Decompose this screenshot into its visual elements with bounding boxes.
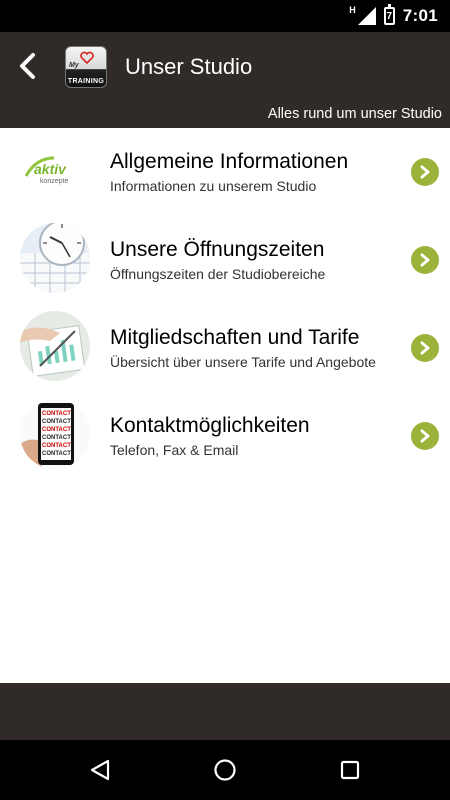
app-header: My TRAINING Unser Studio Alles rund um u… — [0, 32, 450, 128]
app-logo: My TRAINING — [65, 46, 107, 88]
page-subtitle: Alles rund um unser Studio — [267, 106, 442, 122]
nav-home-button[interactable] — [210, 755, 240, 785]
item-title: Unsere Öffnungszeiten — [110, 238, 325, 261]
list-item-general-info[interactable]: aktiv konzepte Allgemeine Informationen … — [0, 128, 450, 216]
contact-line: CONTACT — [42, 451, 71, 457]
chevron-right-icon — [420, 429, 430, 443]
contact-line: CONTACT — [42, 435, 71, 441]
logo-text: TRAINING — [67, 78, 105, 85]
phone-contact-graphic: CONTACT CONTACT CONTACT CONTACT CONTACT … — [20, 399, 90, 469]
clock: 7:01 — [402, 6, 438, 25]
chevron-right-icon — [420, 341, 430, 355]
list-item-contact[interactable]: CONTACT CONTACT CONTACT CONTACT CONTACT … — [0, 392, 450, 480]
chevron-left-icon — [20, 53, 35, 79]
item-title: Kontaktmöglichkeiten — [110, 414, 310, 437]
page-title: Unser Studio — [125, 54, 253, 79]
item-subtitle: Öffnungszeiten der Studiobereiche — [110, 266, 326, 282]
chevron-right-button[interactable] — [411, 158, 439, 186]
signal-icon — [357, 7, 376, 25]
chevron-right-button[interactable] — [411, 334, 439, 362]
network-type-indicator: H — [349, 5, 356, 15]
contact-line: CONTACT — [42, 419, 71, 425]
documents-graphic — [20, 311, 90, 381]
aktiv-konzepte-logo-graphic: aktiv konzepte — [24, 156, 69, 185]
list-item-memberships[interactable]: Mitgliedschaften und Tarife Übersicht üb… — [0, 304, 450, 392]
list-item-opening-hours[interactable]: Unsere Öffnungszeiten Öffnungszeiten der… — [0, 216, 450, 304]
back-triangle-icon — [90, 759, 110, 781]
item-subtitle: Übersicht über unsere Tarife und Angebot… — [110, 354, 376, 370]
contact-line: CONTACT — [42, 427, 71, 433]
nav-back-button[interactable] — [85, 755, 115, 785]
chevron-right-button[interactable] — [411, 246, 439, 274]
status-bar: H 7 7:01 — [0, 0, 450, 32]
phone-contact-image: CONTACT CONTACT CONTACT CONTACT CONTACT … — [20, 399, 90, 469]
item-title: Allgemeine Informationen — [110, 150, 349, 173]
chevron-right-button[interactable] — [411, 422, 439, 450]
logo-word-konzepte: konzepte — [40, 178, 69, 185]
aktiv-konzepte-logo: aktiv konzepte — [20, 136, 90, 206]
bottom-bar — [0, 683, 450, 740]
nav-recents-button[interactable] — [335, 755, 365, 785]
system-nav-bar — [0, 740, 450, 800]
recents-square-icon — [340, 760, 360, 780]
logo-word-aktiv: aktiv — [34, 161, 67, 177]
back-button[interactable] — [12, 46, 42, 86]
item-subtitle: Telefon, Fax & Email — [110, 442, 239, 458]
item-title: Mitgliedschaften und Tarife — [110, 326, 360, 349]
chevron-right-icon — [420, 253, 430, 267]
battery-icon: 7 — [383, 4, 395, 25]
chevron-right-icon — [420, 165, 430, 179]
logo-prefix: My — [69, 62, 79, 69]
contact-line: CONTACT — [42, 443, 71, 449]
heart-icon — [80, 51, 94, 65]
documents-image — [20, 311, 90, 381]
item-subtitle: Informationen zu unserem Studio — [110, 178, 317, 194]
clock-calendar-graphic — [20, 223, 90, 293]
home-circle-icon — [214, 759, 236, 781]
battery-label: 7 — [386, 10, 393, 22]
contact-line: CONTACT — [42, 411, 71, 417]
clock-calendar-image — [20, 223, 90, 293]
